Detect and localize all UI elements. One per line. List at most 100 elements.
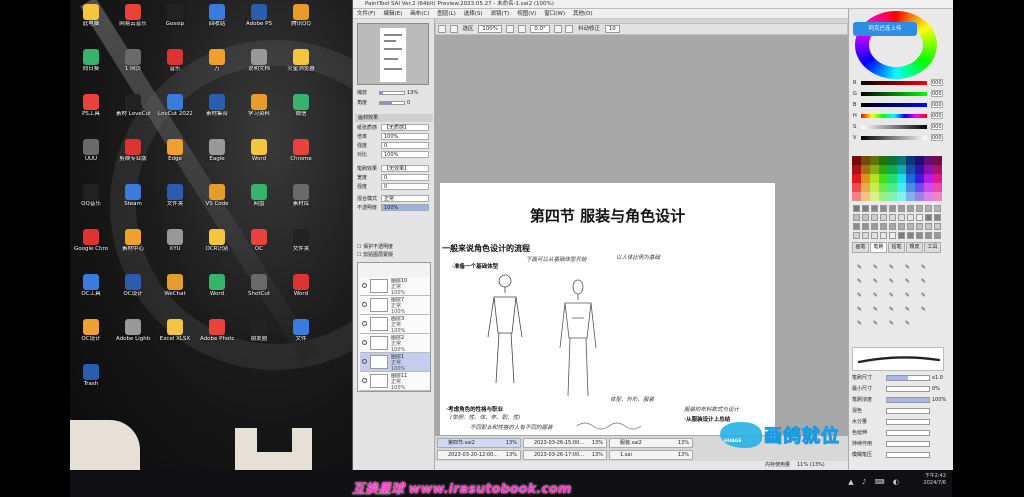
swatch[interactable] [916, 214, 923, 221]
palette-color[interactable] [852, 183, 861, 192]
tool-button[interactable]: ✎ [852, 289, 867, 302]
color-slider[interactable]: S 000 [853, 123, 943, 131]
brush-property[interactable]: 色延伸 [852, 429, 944, 437]
palette-color[interactable] [870, 183, 879, 192]
swatch[interactable] [934, 214, 941, 221]
desktop-icon[interactable]: 文件 [284, 319, 318, 343]
desktop-icon[interactable]: 文件夹 [158, 184, 192, 208]
document-tab[interactable]: 2023-03-20-12:00... 13% [437, 450, 521, 460]
swatch[interactable] [871, 232, 878, 239]
desktop-icon[interactable]: 此电脑 [74, 4, 108, 28]
zoom-in-button[interactable] [505, 25, 514, 33]
palette-color[interactable] [852, 174, 861, 183]
desktop-icon[interactable]: 微信 [284, 94, 318, 118]
palette-color[interactable] [861, 174, 870, 183]
menu-item-0[interactable]: 文件(F) [357, 11, 375, 17]
palette-color[interactable] [861, 156, 870, 165]
palette-color[interactable] [861, 165, 870, 174]
palette-color[interactable] [861, 183, 870, 192]
tool-tab[interactable]: 铅笔 [888, 242, 905, 253]
palette-color[interactable] [861, 192, 870, 201]
color-slider[interactable]: H 000 [853, 112, 943, 120]
swatch[interactable] [898, 214, 905, 221]
undo-button[interactable] [438, 25, 446, 33]
brush-prop-slider[interactable] [886, 441, 930, 447]
upload-badge[interactable]: 阿克巴连上传 [853, 22, 917, 36]
tool-button[interactable]: ✎ [884, 289, 899, 302]
desktop-icon[interactable]: Word [284, 274, 318, 298]
swatch[interactable] [925, 205, 932, 212]
redo-button[interactable] [449, 25, 458, 33]
tray-icons[interactable]: ▲ ♪ ⌨ ◐ [848, 478, 902, 486]
contrast-field[interactable]: 100% [381, 151, 429, 158]
swatch[interactable] [934, 232, 941, 239]
brush-property[interactable]: 混色 [852, 407, 944, 415]
tool-button[interactable]: ✎ [916, 303, 931, 316]
swatch[interactable] [862, 232, 869, 239]
rotate-button[interactable] [553, 25, 562, 33]
brush-effect-select[interactable]: 【无效果】 [381, 165, 429, 172]
palette-color[interactable] [879, 165, 888, 174]
swatch[interactable] [889, 223, 896, 230]
tool-tab[interactable]: 橡皮 [906, 242, 923, 253]
swatch[interactable] [880, 232, 887, 239]
swatch[interactable] [862, 205, 869, 212]
desktop-icon[interactable]: Steam [116, 184, 150, 208]
canvas-paper[interactable]: 第四节 服装与角色设计 一般来说角色设计的流程 ·准备一个基础体型 下面可以从基… [440, 183, 775, 435]
palette-color[interactable] [888, 192, 897, 201]
swatch-grid[interactable] [852, 204, 942, 240]
paper-texture-row[interactable]: 纸张质感 【无质感】 [357, 124, 429, 132]
width-row[interactable]: 宽度 0 [357, 174, 429, 182]
channel-value[interactable]: 000 [931, 123, 943, 130]
palette-color[interactable] [897, 192, 906, 201]
desktop-icon[interactable]: 网易云音乐 [116, 4, 150, 28]
menu-item-5[interactable]: 滤镜(T) [491, 11, 510, 17]
eye-icon[interactable] [362, 378, 367, 383]
document-tab[interactable]: 第四节.sai2 13% [437, 438, 521, 448]
swatch[interactable] [853, 223, 860, 230]
tool-button[interactable]: ✎ [868, 303, 883, 316]
eye-icon[interactable] [362, 283, 367, 288]
brush-prop-slider[interactable] [886, 397, 930, 403]
palette-color[interactable] [933, 192, 942, 201]
palette-color[interactable] [906, 156, 915, 165]
palette-color[interactable] [897, 165, 906, 174]
opacity-slider[interactable]: 100% [381, 204, 429, 211]
swatch[interactable] [898, 232, 905, 239]
desktop-icon[interactable]: 剪映专业版 [116, 139, 150, 163]
brush-property[interactable]: 持续作用 [852, 440, 944, 448]
eye-icon[interactable] [362, 302, 367, 307]
desktop-icon[interactable]: Word [200, 274, 234, 298]
swatch[interactable] [853, 232, 860, 239]
document-tab[interactable]: 服装.sai2 13% [609, 438, 693, 448]
tool-button[interactable]: ✎ [852, 303, 867, 316]
tool-button[interactable]: ✎ [884, 275, 899, 288]
palette-color[interactable] [915, 156, 924, 165]
menu-item-2[interactable]: 画布(C) [410, 11, 429, 17]
contrast-row[interactable]: 对比 100% [357, 151, 429, 159]
tool-button[interactable]: ✎ [852, 275, 867, 288]
channel-value[interactable]: 000 [931, 101, 943, 108]
swatch[interactable] [880, 205, 887, 212]
palette-color[interactable] [915, 183, 924, 192]
swatch[interactable] [871, 223, 878, 230]
swatch[interactable] [925, 223, 932, 230]
brush-property[interactable]: 笔刷浓度 100% [852, 396, 946, 404]
brush-effect-row[interactable]: 笔刷效果 【无效果】 [357, 165, 429, 173]
tool-button[interactable]: ✎ [868, 289, 883, 302]
desktop-icon[interactable]: Edge [158, 139, 192, 163]
tool-button[interactable]: ✎ [916, 289, 931, 302]
eye-icon[interactable] [362, 359, 367, 364]
palette-color[interactable] [879, 156, 888, 165]
brush-property[interactable]: 最小尺寸 0% [852, 385, 944, 393]
desktop-icon[interactable]: Gossip [158, 4, 192, 28]
tool-button[interactable]: ✎ [900, 261, 915, 274]
desktop-icon[interactable]: Google Chrome [74, 229, 108, 253]
desktop-icon[interactable]: 素材库 [284, 184, 318, 208]
color-palette[interactable] [852, 156, 942, 202]
desktop-icon[interactable]: QQ音乐 [74, 184, 108, 208]
channel-value[interactable]: 000 [931, 79, 943, 86]
palette-color[interactable] [888, 183, 897, 192]
brush-prop-slider[interactable] [886, 452, 930, 458]
document-tab[interactable]: 2023-03-26-17:00... 13% [523, 450, 607, 460]
